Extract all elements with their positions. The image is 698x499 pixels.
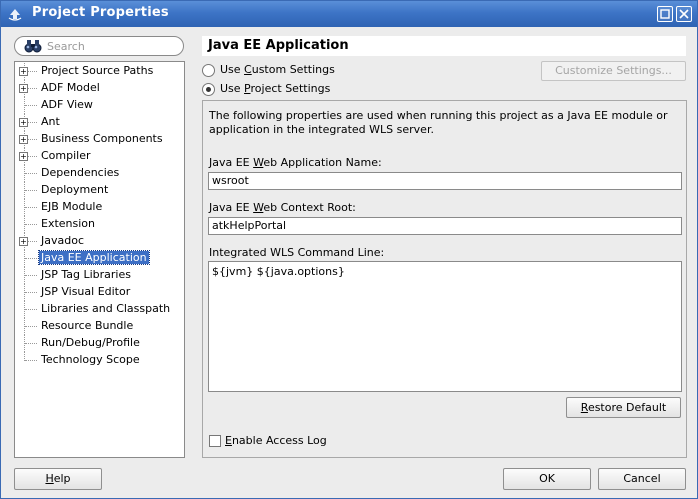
tree-item-label: Extension [41,217,96,230]
tree-item[interactable]: EJB Module [15,199,184,216]
enable-access-log-checkbox[interactable] [209,435,221,447]
enable-access-log-label: Enable Access Log [225,434,327,447]
expand-icon[interactable]: + [19,118,28,127]
restore-default-button[interactable]: Restore Default [566,397,681,418]
use-project-settings-radio[interactable]: Use Project Settings [202,81,342,98]
tree-connector [25,343,37,344]
settings-description: The following properties are used when r… [209,109,668,136]
tree-item[interactable]: Extension [15,216,184,233]
tree-item[interactable]: Java EE Application [15,250,184,267]
cancel-button[interactable]: Cancel [598,468,686,490]
maximize-button[interactable] [657,6,673,22]
tree-item-label: Ant [41,115,60,128]
tree-connector [25,224,37,225]
tree-item[interactable]: + Compiler [15,148,184,165]
tree-item[interactable]: Technology Scope [15,352,184,369]
tree-item-label: Javadoc [41,234,84,247]
project-settings-group: The following properties are used when r… [202,100,687,458]
tree-connector [25,105,37,106]
tree-item[interactable]: Run/Debug/Profile [15,335,184,352]
search-input[interactable] [47,38,179,54]
command-line-textarea[interactable]: ${jvm} ${java.options} [208,261,682,392]
help-button[interactable]: Help [14,468,102,490]
tree-connector [25,258,37,259]
tree-item-label: JSP Tag Libraries [41,268,131,281]
tree-item-label: Run/Debug/Profile [41,336,140,349]
radio-circle-checked[interactable] [202,83,215,96]
tree-connector [25,326,37,327]
tree-item-label: EJB Module [41,200,103,213]
expand-icon[interactable]: + [19,67,28,76]
radio-label: Use Custom Settings [220,63,335,76]
tree-item-label: Libraries and Classpath [41,302,171,315]
context-root-field[interactable]: atkHelpPortal [208,217,682,235]
radio-label: Use Project Settings [220,82,331,95]
close-icon [679,9,689,19]
expand-icon[interactable]: + [19,135,28,144]
tree-item[interactable]: Resource Bundle [15,318,184,335]
tree-item-label: Project Source Paths [41,64,154,77]
use-custom-settings-radio[interactable]: Use Custom Settings [202,62,342,79]
properties-tree[interactable]: + Project Source Paths + ADF Model ADF View +… [14,61,185,458]
web-app-name-field[interactable]: wsroot [208,172,682,190]
project-properties-dialog: Project Properties + Project Source Paths… [0,0,698,499]
maximize-icon [660,9,670,19]
tree-item[interactable]: JSP Visual Editor [15,284,184,301]
window-title: Project Properties [32,5,169,20]
tree-connector [25,309,37,310]
tree-item-label: Dependencies [41,166,120,179]
tree-item-label: Deployment [41,183,109,196]
tree-item-label: ADF View [41,98,93,111]
radio-circle[interactable] [202,64,215,77]
tree-connector [25,275,37,276]
tree-connector [25,292,37,293]
tree-item[interactable]: + ADF Model [15,80,184,97]
tree-item[interactable]: ADF View [15,97,184,114]
tree-connector [25,173,37,174]
tree-item[interactable]: + Business Components [15,131,184,148]
tree-item[interactable]: Libraries and Classpath [15,301,184,318]
web-app-name-label: Java EE Web Application Name: [209,156,382,169]
tree-item[interactable]: Deployment [15,182,184,199]
tree-connector [25,360,37,361]
binoculars-icon [24,40,42,53]
tree-item[interactable]: + Project Source Paths [15,63,184,80]
tree-item[interactable]: + Javadoc [15,233,184,250]
expand-icon[interactable]: + [19,84,28,93]
tree-item-label: JSP Visual Editor [41,285,131,298]
tree-item[interactable]: Dependencies [15,165,184,182]
command-line-label: Integrated WLS Command Line: [209,246,385,259]
title-bar[interactable]: Project Properties [1,1,697,27]
customize-settings-button[interactable]: Customize Settings... [541,61,686,81]
expand-icon[interactable]: + [19,152,28,161]
tree-item-label: Business Components [41,132,163,145]
jdeveloper-app-icon [8,9,22,21]
tree-connector [25,207,37,208]
panel-title: Java EE Application [202,36,686,56]
tree-item-label: ADF Model [41,81,100,94]
tree-item-label: Java EE Application [38,250,150,265]
expand-icon[interactable]: + [19,237,28,246]
search-box[interactable] [14,36,184,56]
tree-connector [25,190,37,191]
tree-item-label: Technology Scope [41,353,140,366]
context-root-label: Java EE Web Context Root: [209,201,356,214]
tree-item-label: Compiler [41,149,91,162]
ok-button[interactable]: OK [503,468,591,490]
tree-item-label: Resource Bundle [41,319,134,332]
tree-item[interactable]: JSP Tag Libraries [15,267,184,284]
tree-item[interactable]: + Ant [15,114,184,131]
close-button[interactable] [676,6,692,22]
